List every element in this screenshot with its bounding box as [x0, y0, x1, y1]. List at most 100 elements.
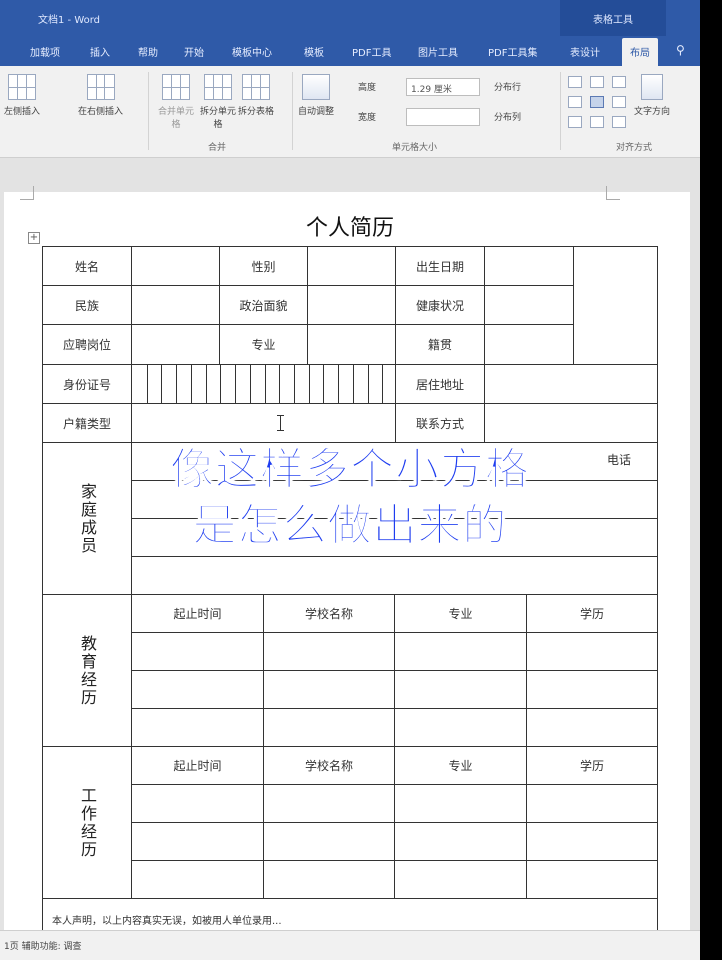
split-cells-button[interactable]: 拆分单元格	[198, 74, 238, 130]
cell-address-value[interactable]	[484, 364, 658, 404]
work-cell[interactable]	[394, 784, 527, 823]
align-middle-left-icon[interactable]	[568, 96, 582, 108]
education-cell[interactable]	[131, 670, 264, 709]
align-bottom-right-icon[interactable]	[612, 116, 626, 128]
text-direction-button[interactable]: 文字方向	[634, 74, 670, 117]
text-cursor-icon	[277, 415, 288, 431]
education-cell[interactable]	[131, 632, 264, 671]
autofit-button[interactable]: 自动调整	[298, 74, 334, 117]
edu-header-degree: 学历	[526, 594, 658, 633]
lightbulb-icon[interactable]: ⚲	[676, 43, 692, 59]
page-corner-mark	[20, 186, 34, 200]
tab-home[interactable]: 开始	[184, 44, 204, 59]
cell-ethnicity-label: 民族	[42, 285, 132, 325]
tab-template-center[interactable]: 模板中心	[232, 44, 272, 59]
cell-birth-label: 出生日期	[395, 246, 485, 286]
work-cell[interactable]	[526, 822, 658, 861]
video-caption: 像这样多个小方格 是怎么做出来的	[0, 442, 700, 554]
tab-template[interactable]: 模板	[304, 44, 324, 59]
work-cell[interactable]	[394, 860, 527, 899]
align-bottom-left-icon[interactable]	[568, 116, 582, 128]
align-top-right-icon[interactable]	[612, 76, 626, 88]
ribbon-separator	[148, 72, 149, 150]
ribbon-tabs: 加载项 插入 帮助 开始 模板中心 模板 PDF工具 图片工具 PDF工具集 表…	[0, 36, 700, 66]
cell-gender-value[interactable]	[307, 246, 396, 286]
cell-hukou-value[interactable]	[131, 403, 396, 443]
split-table-button[interactable]: 拆分表格	[238, 74, 274, 117]
cell-political-value[interactable]	[307, 285, 396, 325]
resume-title: 个人简历	[305, 216, 394, 241]
distribute-rows-button[interactable]: 分布行	[494, 80, 521, 93]
tab-table-design[interactable]: 表设计	[570, 44, 600, 59]
education-cell[interactable]	[263, 708, 395, 747]
table-move-handle-icon[interactable]: +	[28, 232, 40, 244]
education-cell[interactable]	[526, 708, 658, 747]
cell-photo[interactable]	[573, 246, 658, 365]
tab-pdf-tools[interactable]: PDF工具	[352, 44, 391, 59]
tab-help[interactable]: 帮助	[138, 44, 158, 59]
align-middle-center-icon[interactable]	[590, 96, 604, 108]
tab-insert[interactable]: 插入	[90, 44, 110, 59]
insert-left-icon	[8, 74, 36, 100]
cell-position-value[interactable]	[131, 324, 220, 365]
align-bottom-center-icon[interactable]	[590, 116, 604, 128]
id-box-divider	[294, 365, 295, 403]
education-cell[interactable]	[263, 670, 395, 709]
distribute-cols-button[interactable]: 分布列	[494, 110, 521, 123]
work-cell[interactable]	[263, 860, 395, 899]
status-bar: 1页 辅助功能: 调查	[0, 930, 700, 960]
merge-cells-button[interactable]: 合并单元格	[156, 74, 196, 130]
work-cell[interactable]	[131, 822, 264, 861]
work-cell[interactable]	[131, 860, 264, 899]
cell-political-label: 政治面貌	[219, 285, 308, 325]
work-header-period: 起止时间	[131, 746, 264, 785]
education-cell[interactable]	[394, 632, 527, 671]
id-box-divider	[368, 365, 369, 403]
edu-header-major: 专业	[394, 594, 527, 633]
cell-major-label: 专业	[219, 324, 308, 365]
align-top-center-icon[interactable]	[590, 76, 604, 88]
education-cell[interactable]	[394, 708, 527, 747]
id-box-divider	[191, 365, 192, 403]
table-tools-context-tab[interactable]: 表格工具	[560, 0, 666, 36]
width-input[interactable]	[406, 108, 480, 126]
tab-picture-tools[interactable]: 图片工具	[418, 44, 458, 59]
work-cell[interactable]	[526, 784, 658, 823]
work-cell[interactable]	[394, 822, 527, 861]
cell-major-value[interactable]	[307, 324, 396, 365]
work-header-degree: 学历	[526, 746, 658, 785]
id-box-divider	[338, 365, 339, 403]
insert-left-button[interactable]: 左侧插入	[4, 74, 40, 117]
cell-ethnicity-value[interactable]	[131, 285, 220, 325]
cell-id-boxes[interactable]	[131, 364, 396, 404]
education-cell[interactable]	[131, 708, 264, 747]
cell-birth-value[interactable]	[484, 246, 574, 286]
cell-name-value[interactable]	[131, 246, 220, 286]
status-text: 1页 辅助功能: 调查	[4, 942, 82, 952]
education-cell[interactable]	[526, 632, 658, 671]
work-cell[interactable]	[526, 860, 658, 899]
align-middle-right-icon[interactable]	[612, 96, 626, 108]
cell-origin-value[interactable]	[484, 324, 574, 365]
cell-health-value[interactable]	[484, 285, 574, 325]
autofit-icon	[302, 74, 330, 100]
cell-contact-value[interactable]	[484, 403, 658, 443]
align-top-left-icon[interactable]	[568, 76, 582, 88]
insert-right-button[interactable]: 在右侧插入	[78, 74, 123, 117]
work-cell[interactable]	[263, 822, 395, 861]
education-cell[interactable]	[263, 632, 395, 671]
education-cell[interactable]	[394, 670, 527, 709]
family-row[interactable]	[131, 556, 658, 595]
education-cell[interactable]	[526, 670, 658, 709]
work-cell[interactable]	[131, 784, 264, 823]
height-input[interactable]: 1.29 厘米	[406, 78, 480, 96]
insert-right-icon	[86, 74, 115, 100]
id-box-divider	[382, 365, 383, 403]
id-box-divider	[161, 365, 162, 403]
work-cell[interactable]	[263, 784, 395, 823]
height-label: 高度	[358, 83, 377, 93]
tab-pdf-toolset[interactable]: PDF工具集	[488, 44, 537, 59]
tab-addins[interactable]: 加载项	[30, 44, 60, 59]
tab-layout[interactable]: 布局	[622, 38, 658, 66]
id-box-divider	[206, 365, 207, 403]
